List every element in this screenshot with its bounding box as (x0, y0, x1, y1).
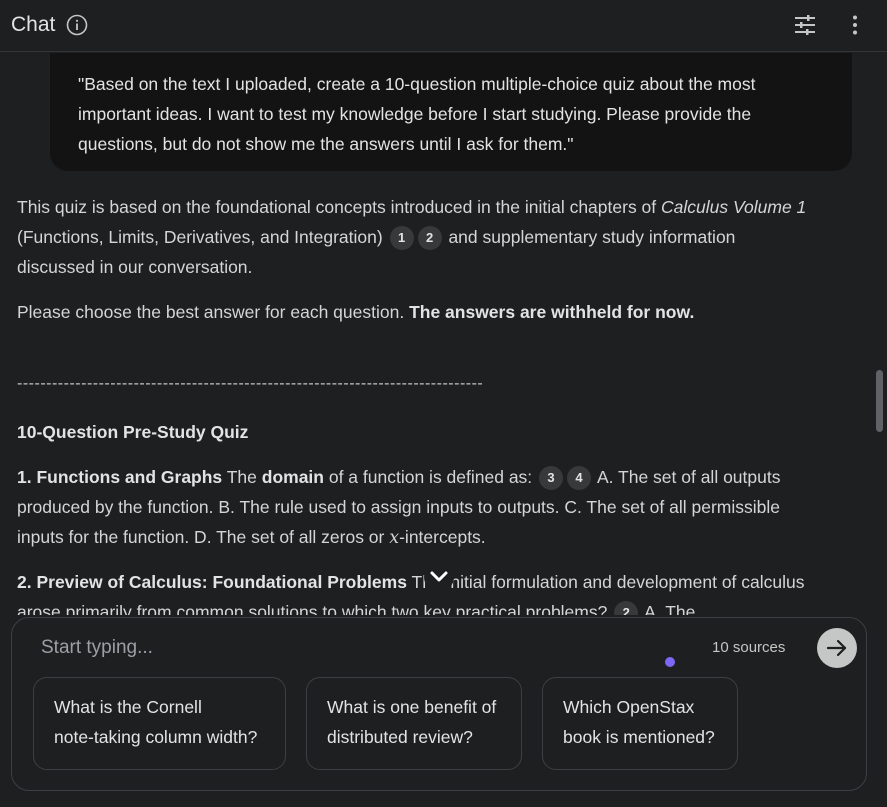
suggestion-chip[interactable]: Which OpenStax book is mentioned? (542, 677, 738, 770)
chevron-down-icon (430, 571, 448, 582)
conversation-area[interactable]: "Based on the text I uploaded, create a … (0, 53, 870, 615)
suggestion-line: note-taking column width? (54, 727, 258, 747)
send-button[interactable] (817, 628, 857, 668)
q1-text-2: of a function is defined as: (323, 467, 538, 487)
sources-count[interactable]: 10 sources (712, 639, 785, 656)
quiz-title-text: 10-Question Pre-Study Quiz (17, 422, 249, 442)
suggestion-line: What is the Cornell (54, 697, 202, 717)
chat-input[interactable]: Start typing... (41, 637, 153, 659)
suggestion-line: Which OpenStax (563, 697, 695, 717)
q2-heading: 2. Preview of Calculus: Foundational Pro… (17, 572, 407, 592)
q2-text-2: A. The (640, 602, 696, 615)
user-message-text: "Based on the text I uploaded, create a … (78, 74, 756, 154)
q1-variable: x (389, 528, 400, 548)
text-divider: ----------------------------------------… (17, 375, 484, 392)
citation-badge[interactable]: 4 (567, 466, 592, 491)
q1-text-4: -intercepts. (399, 527, 486, 547)
suggestion-chip[interactable]: What is the Cornell note-taking column w… (33, 677, 286, 770)
instruction-text: Please choose the best answer for each q… (17, 302, 410, 322)
quiz-title: 10-Question Pre-Study Quiz (17, 417, 817, 447)
q1-heading: 1. Functions and Graphs (17, 467, 223, 487)
suggestion-line: What is one benefit of (327, 697, 497, 717)
info-icon[interactable] (66, 14, 88, 36)
quiz-question-1: 1. Functions and Graphs The domain of a … (17, 462, 817, 553)
chat-composer: Start typing... 10 sources What is the C… (11, 617, 867, 791)
status-dot (665, 657, 675, 667)
arrow-right-icon (826, 639, 847, 657)
intro-text-1: This quiz is based on the foundational c… (17, 197, 662, 217)
citation-badge[interactable]: 3 (539, 466, 564, 491)
suggestion-chip[interactable]: What is one benefit of distributed revie… (306, 677, 522, 770)
tune-icon[interactable] (793, 13, 817, 37)
q1-bold-term: domain (261, 467, 324, 487)
more-vert-icon[interactable] (843, 13, 867, 37)
chat-header: Chat (0, 0, 887, 52)
citation-badge[interactable]: 2 (614, 601, 639, 615)
scrollbar-thumb[interactable] (876, 370, 883, 432)
response-intro: This quiz is based on the foundational c… (17, 192, 817, 282)
instruction-bold-text: The answers are withheld for now. (409, 302, 695, 322)
q1-text-1: The (222, 467, 262, 487)
scroll-to-bottom-button[interactable] (424, 562, 454, 592)
citation-badge[interactable]: 2 (417, 226, 442, 251)
citation-badge[interactable]: 1 (389, 226, 414, 251)
suggestion-line: distributed review? (327, 727, 473, 747)
intro-book-title: Calculus Volume 1 (661, 197, 807, 217)
intro-text-2: (Functions, Limits, Derivatives, and Int… (17, 227, 388, 247)
panel-title: Chat (11, 13, 56, 36)
suggestion-line: book is mentioned? (563, 727, 715, 747)
quiz-question-2: 2. Preview of Calculus: Foundational Pro… (17, 567, 817, 615)
user-message-bubble: "Based on the text I uploaded, create a … (50, 53, 852, 171)
response-instruction: Please choose the best answer for each q… (17, 297, 817, 327)
